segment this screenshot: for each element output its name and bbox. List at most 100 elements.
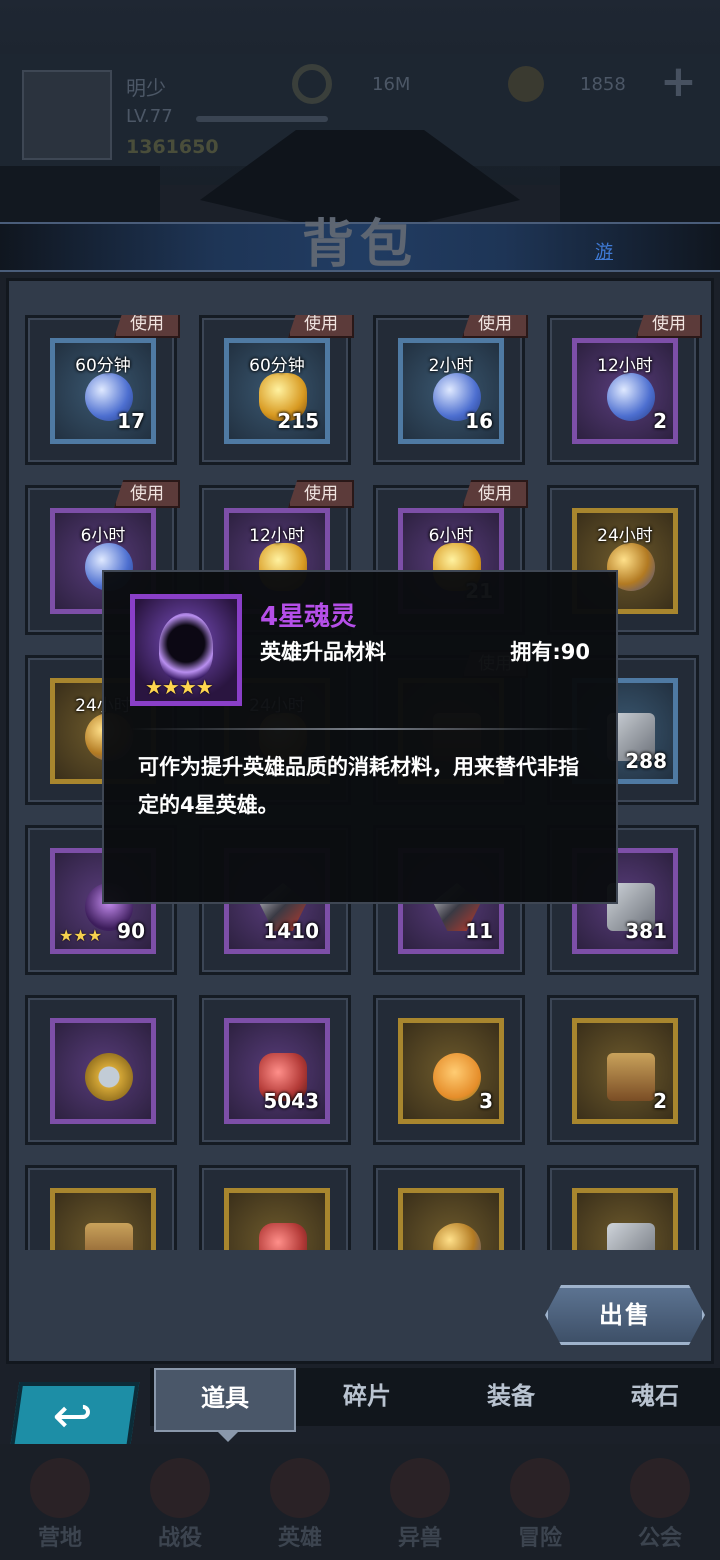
player-level: LV.77 [126,106,173,127]
nav-label: 异兽 [397,1526,442,1551]
nav-icon [30,1458,90,1518]
item-frame: 5043 [224,1018,330,1124]
item-frame: 60分钟 215 [224,338,330,444]
tooltip-item-type: 英雄升品材料 [260,640,386,664]
scroll-icon [85,1223,133,1250]
item-slot[interactable] [373,1165,525,1250]
bottom-nav: 营地 战役 英雄 异兽 冒险 公会 [0,1444,720,1560]
item-count: 17 [117,409,145,433]
item-count: 5043 [263,1089,319,1113]
nav-item[interactable]: 营地 [0,1444,120,1560]
category-tabs: 道具 碎片 装备 魂石 [150,1368,720,1442]
coin-icon [292,64,332,104]
nav-icon [150,1458,210,1518]
title-link[interactable]: 游 [595,238,613,264]
tab-label: 魂石 [631,1382,679,1410]
item-slot[interactable] [25,1165,177,1250]
tooltip-owned-count: 拥有:90 [510,640,590,664]
nav-icon [390,1458,450,1518]
buns-icon [433,1053,481,1101]
tooltip-item-frame: ★★★★ [130,594,242,706]
nav-label: 战役 [157,1526,202,1551]
item-duration: 60分钟 [75,356,131,376]
gauntlet-icon [607,1223,655,1250]
player-power: 1361650 [126,136,219,158]
tab-equipment[interactable]: 装备 [440,1368,582,1426]
item-slot[interactable]: 2 [547,995,699,1145]
item-duration: 6小时 [428,526,474,546]
use-button[interactable]: 使用 [462,315,528,338]
orb-bag-icon [607,373,655,421]
item-count: 215 [277,409,319,433]
rune-icon [433,1223,481,1250]
item-count: 1410 [263,919,319,943]
tab-soulstones[interactable]: 魂石 [584,1368,720,1426]
nav-label: 公会 [637,1526,682,1551]
tab-label: 碎片 [343,1382,391,1410]
gem-icon [508,66,544,102]
item-slot[interactable]: 60分钟 17 使用 [25,315,180,465]
item-slot[interactable] [199,1165,351,1250]
item-stars: ★★★ [59,926,103,945]
item-frame [224,1188,330,1250]
item-slot[interactable] [25,995,177,1145]
use-button[interactable]: 使用 [636,315,702,338]
item-count: 2 [653,409,667,433]
player-avatar[interactable] [22,70,112,160]
item-frame: 3 [398,1018,504,1124]
soul-ghost-icon [159,613,213,681]
player-name: 明少 [126,76,166,100]
use-button[interactable]: 使用 [288,315,354,338]
nav-item[interactable]: 冒险 [480,1444,600,1560]
item-slot[interactable]: 5043 [199,995,351,1145]
nav-icon [270,1458,330,1518]
item-slot[interactable]: 3 [373,995,525,1145]
item-frame: 2小时 16 [398,338,504,444]
tooltip-description: 可作为提升英雄品质的消耗材料，用来替代非指定的4星英雄。 [138,755,579,817]
use-button[interactable]: 使用 [114,480,180,508]
item-count: 288 [625,749,667,773]
item-frame [398,1188,504,1250]
tab-items[interactable]: 道具 [154,1368,296,1442]
item-slot[interactable]: 60分钟 215 使用 [199,315,354,465]
sell-button[interactable]: 出售 [545,1285,705,1345]
item-duration: 12小时 [597,356,653,376]
item-frame: 12小时 2 [572,338,678,444]
back-arrow-icon: ↩ [52,1388,93,1444]
item-slot[interactable]: 12小时 2 使用 [547,315,702,465]
item-count: 3 [479,1089,493,1113]
nav-label: 英雄 [277,1526,322,1551]
gem-amount: 1858 [580,74,626,95]
tooltip-divider [130,728,592,730]
nav-item[interactable]: 异兽 [360,1444,480,1560]
item-duration: 60分钟 [249,356,305,376]
use-button[interactable]: 使用 [114,315,180,338]
nav-item[interactable]: 公会 [600,1444,720,1560]
use-button[interactable]: 使用 [288,480,354,508]
item-duration: 12小时 [249,526,305,546]
tooltip-stars: ★★★★ [145,675,214,699]
item-duration: 24小时 [597,526,653,546]
item-count: 2 [653,1089,667,1113]
item-count: 16 [465,409,493,433]
item-frame: 60分钟 17 [50,338,156,444]
use-button[interactable]: 使用 [462,480,528,508]
item-slot[interactable]: 2小时 16 使用 [373,315,528,465]
potion-icon [259,1223,307,1250]
nav-item[interactable]: 英雄 [240,1444,360,1560]
item-frame: 2 [572,1018,678,1124]
tab-label: 装备 [487,1382,535,1410]
coin-amount: 16M [372,74,411,95]
item-tooltip[interactable]: ★★★★ 4星魂灵 英雄升品材料 拥有:90 可作为提升英雄品质的消耗材料，用来… [102,570,618,904]
item-count: 381 [625,919,667,943]
item-frame [572,1188,678,1250]
add-gems-button[interactable]: + [660,60,697,104]
item-duration: 2小时 [428,356,474,376]
tab-fragments[interactable]: 碎片 [296,1368,438,1426]
item-slot[interactable] [547,1165,699,1250]
tab-label: 道具 [201,1384,249,1412]
item-count: 11 [465,919,493,943]
nav-item[interactable]: 战役 [120,1444,240,1560]
chest-icon [607,1053,655,1101]
nav-icon [630,1458,690,1518]
